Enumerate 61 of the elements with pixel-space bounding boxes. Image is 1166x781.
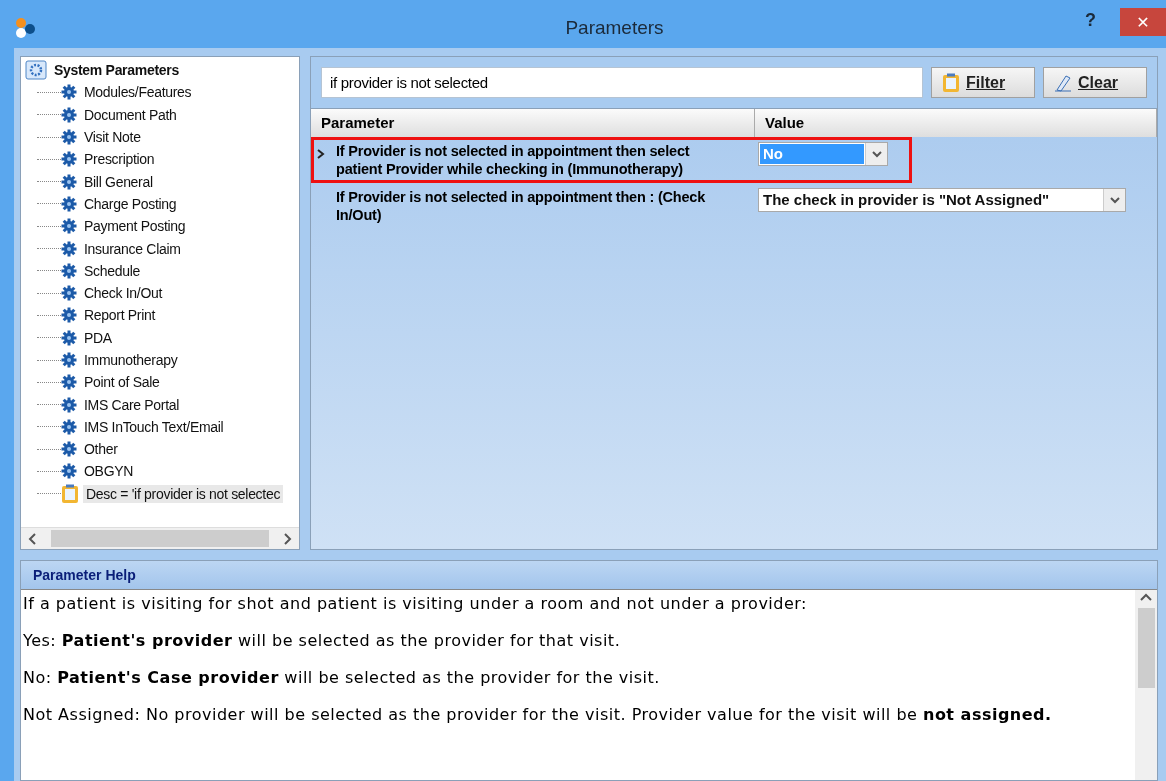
tree-item[interactable]: Payment Posting <box>81 217 189 236</box>
parameter-name: If Provider is not selected in appointment then select patient Provider while checking in (Immunotherapy) <box>336 142 691 178</box>
help-paragraph: If a patient is visiting for shot and patient is visiting under a room and not under a provider: <box>23 594 808 614</box>
gear-icon <box>61 418 77 435</box>
gear-icon <box>61 463 77 480</box>
gear-icon <box>61 396 77 413</box>
tree-item[interactable]: Visit Note <box>81 128 144 147</box>
vertical-scrollbar[interactable] <box>1135 590 1157 780</box>
gear-icon <box>61 352 77 368</box>
value-dropdown[interactable]: The check in provider is "Not Assigned" <box>758 188 1126 212</box>
tree-item[interactable]: Other <box>81 440 121 459</box>
gear-icon <box>61 307 77 324</box>
tree-item[interactable]: Report Print <box>81 306 159 325</box>
tree-item[interactable]: Document Path <box>81 105 180 124</box>
filter-button[interactable]: Filter <box>931 67 1035 98</box>
gear-icon <box>61 262 77 279</box>
gear-icon <box>61 240 77 257</box>
app-logo-icon <box>14 16 38 40</box>
gear-icon <box>61 106 77 123</box>
column-header[interactable]: Parameter <box>311 109 755 137</box>
tree-root[interactable]: System Parameters <box>51 61 182 80</box>
tree-item[interactable]: Immunotherapy <box>81 351 181 369</box>
eraser-icon <box>1054 73 1072 92</box>
help-paragraph: No: Patient's Case provider will be selected as the provider for the visit. <box>23 668 661 688</box>
tree-item[interactable]: IMS Care Portal <box>81 395 183 414</box>
gear-icon <box>61 441 77 458</box>
gear-icon <box>61 329 77 346</box>
tree-item[interactable]: Charge Posting <box>81 194 180 213</box>
clipboard-icon <box>61 483 79 504</box>
column-header[interactable]: Value <box>755 109 1157 137</box>
search-field[interactable]: if provider is not selected <box>321 67 923 98</box>
tree-item[interactable]: IMS InTouch Text/Email <box>81 417 227 436</box>
filter-button[interactable]: Clear <box>1043 67 1147 98</box>
window-title: Parameters <box>564 17 665 39</box>
help-button[interactable]: ? <box>1081 8 1100 33</box>
help-title: Parameter Help <box>21 561 1157 589</box>
tree-item[interactable]: Desc = 'if provider is not selectec <box>83 484 284 503</box>
tree-item[interactable]: PDA <box>81 328 115 347</box>
gear-icon <box>61 218 77 235</box>
gear-icon <box>61 151 77 168</box>
tree-item[interactable]: Point of Sale <box>81 373 163 392</box>
settings-folder-icon <box>25 60 47 81</box>
tree-item[interactable]: Check In/Out <box>81 284 166 303</box>
parameter-name: If Provider is not selected in appointment then : (Check In/Out) <box>336 188 707 224</box>
gear-icon <box>61 129 77 146</box>
gear-icon <box>61 173 77 190</box>
help-paragraph: Not Assigned: No provider will be selected as the provider for the visit. Provider value for the visit will be not assigned. <box>23 705 1053 725</box>
clipboard-icon <box>942 72 960 93</box>
close-button[interactable]: ✕ <box>1120 8 1166 36</box>
gear-icon <box>61 374 77 391</box>
horizontal-scrollbar[interactable] <box>21 527 299 549</box>
gear-icon <box>61 285 77 302</box>
help-paragraph: Yes: Patient's provider will be selected as the provider for that visit. <box>23 631 622 651</box>
tree-item[interactable]: Prescription <box>81 150 158 169</box>
tree-item[interactable]: Modules/Features <box>81 83 195 102</box>
tree-item[interactable]: OBGYN <box>81 462 137 481</box>
gear-icon <box>61 195 77 212</box>
tree-item[interactable]: Bill General <box>81 172 156 191</box>
tree-item[interactable]: Insurance Claim <box>81 239 184 258</box>
tree-item[interactable]: Schedule <box>81 261 143 280</box>
gear-icon <box>61 84 77 101</box>
